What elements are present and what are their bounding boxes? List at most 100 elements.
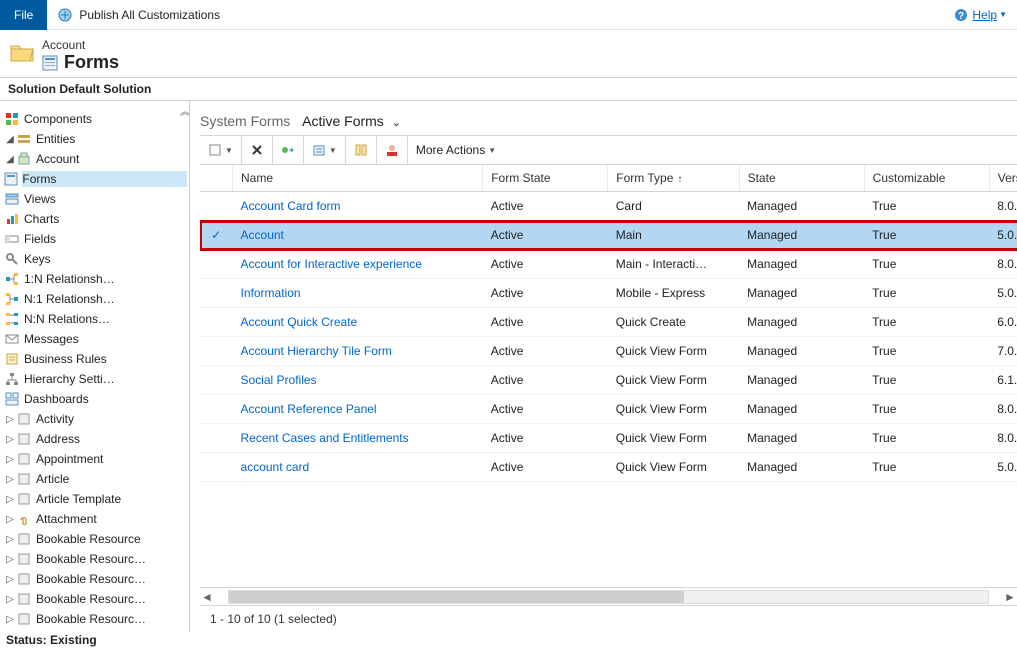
table-row[interactable]: Social ProfilesActiveQuick View FormMana… [200, 366, 1017, 395]
globe-publish-icon [57, 7, 73, 23]
tree-bookable-1[interactable]: ▷Bookable Resource [4, 529, 187, 549]
expand-toggle-icon[interactable]: ▷ [4, 594, 16, 605]
tree-dashboards[interactable]: Dashboards [4, 389, 187, 409]
col-name[interactable]: Name [233, 165, 483, 192]
cell-name[interactable]: Account Quick Create [233, 308, 483, 337]
col-state[interactable]: State [739, 165, 864, 192]
row-checkbox[interactable] [200, 250, 233, 279]
expand-toggle-icon[interactable]: ▷ [4, 414, 16, 425]
col-customizable[interactable]: Customizable [864, 165, 989, 192]
delete-button[interactable] [242, 135, 273, 165]
tree-views[interactable]: Views [4, 189, 187, 209]
expand-toggle-icon[interactable]: ▷ [4, 574, 16, 585]
form-order-button[interactable] [346, 135, 377, 165]
tree-nn-rel[interactable]: N:N Relations… [4, 309, 187, 329]
cell-name[interactable]: Account Card form [233, 192, 483, 221]
cell-name[interactable]: Information [233, 279, 483, 308]
scroll-track[interactable] [228, 590, 989, 604]
table-row[interactable]: Recent Cases and EntitlementsActiveQuick… [200, 424, 1017, 453]
expand-toggle-icon[interactable]: ▷ [4, 534, 16, 545]
tree-account[interactable]: ◢ Account [4, 149, 187, 169]
tree-forms[interactable]: Forms [4, 169, 187, 189]
col-version[interactable]: Version [989, 165, 1017, 192]
expand-toggle-icon[interactable]: ▷ [4, 454, 16, 465]
row-checkbox[interactable] [200, 337, 233, 366]
view-selector[interactable]: System Forms Active Forms ⌄ [200, 109, 1017, 135]
row-checkbox[interactable] [200, 279, 233, 308]
cell-name[interactable]: Account Hierarchy Tile Form [233, 337, 483, 366]
cell-version: 7.0.0.0 [989, 337, 1017, 366]
table-row[interactable]: InformationActiveMobile - ExpressManaged… [200, 279, 1017, 308]
row-checkbox[interactable] [200, 453, 233, 482]
tree-activity[interactable]: ▷Activity [4, 409, 187, 429]
cell-form-type: Main - Interacti… [608, 250, 739, 279]
file-menu[interactable]: File [0, 0, 47, 30]
col-form-type[interactable]: Form Type↑ [608, 165, 739, 192]
cell-customizable: True [864, 279, 989, 308]
tree-attachment[interactable]: ▷Attachment [4, 509, 187, 529]
tree-messages[interactable]: Messages [4, 329, 187, 349]
table-row[interactable]: Account Hierarchy Tile FormActiveQuick V… [200, 337, 1017, 366]
tree-article[interactable]: ▷Article [4, 469, 187, 489]
table-row[interactable]: Account Quick CreateActiveQuick CreateMa… [200, 308, 1017, 337]
table-row[interactable]: Account Reference PanelActiveQuick View … [200, 395, 1017, 424]
tree-entities[interactable]: ◢ Entities [4, 129, 187, 149]
new-button[interactable]: ▼ [200, 135, 242, 165]
horizontal-scrollbar[interactable]: ◄ ► [200, 587, 1017, 605]
expand-toggle-icon[interactable]: ◢ [4, 154, 16, 165]
help-menu[interactable]: ? Help ▼ [944, 8, 1017, 22]
tree-address[interactable]: ▷Address [4, 429, 187, 449]
tree-article-template[interactable]: ▷Article Template [4, 489, 187, 509]
table-row[interactable]: ✓AccountActiveMainManagedTrue5.0.0.0Upda… [200, 221, 1017, 250]
resize-handle-icon[interactable]: ⋮ [187, 341, 190, 352]
tree-n1-rel[interactable]: N:1 Relationsh… [4, 289, 187, 309]
scroll-right-icon[interactable]: ► [1003, 590, 1017, 604]
tree-components[interactable]: Components [4, 109, 187, 129]
more-actions-menu[interactable]: More Actions▼ [408, 135, 504, 165]
collapse-sidebar-icon[interactable]: ︽ [180, 103, 190, 118]
managed-props-button[interactable]: ▼ [304, 135, 346, 165]
expand-toggle-icon[interactable]: ▷ [4, 434, 16, 445]
forms-grid: Name Form State Form Type↑ State Customi… [200, 165, 1017, 482]
select-all-checkbox[interactable] [200, 165, 233, 192]
tree-bookable-2[interactable]: ▷Bookable Resourc… [4, 549, 187, 569]
scroll-thumb[interactable] [229, 591, 684, 603]
tree-bookable-5[interactable]: ▷Bookable Resourc… [4, 609, 187, 629]
row-checkbox[interactable] [200, 366, 233, 395]
row-checkbox[interactable] [200, 395, 233, 424]
cell-name[interactable]: Account [233, 221, 483, 250]
cell-name[interactable]: Social Profiles [233, 366, 483, 395]
col-form-state[interactable]: Form State [483, 165, 608, 192]
scroll-left-icon[interactable]: ◄ [200, 590, 214, 604]
tree-business-rules[interactable]: Business Rules [4, 349, 187, 369]
tree-bookable-4[interactable]: ▷Bookable Resourc… [4, 589, 187, 609]
expand-toggle-icon[interactable]: ◢ [4, 134, 16, 145]
row-checkbox[interactable] [200, 192, 233, 221]
tree-fields[interactable]: Fields [4, 229, 187, 249]
cell-name[interactable]: Account for Interactive experience [233, 250, 483, 279]
row-checkbox[interactable]: ✓ [200, 221, 233, 250]
cell-name[interactable]: Recent Cases and Entitlements [233, 424, 483, 453]
expand-toggle-icon[interactable]: ▷ [4, 514, 16, 525]
cell-name[interactable]: Account Reference Panel [233, 395, 483, 424]
cell-name[interactable]: account card [233, 453, 483, 482]
tree-charts[interactable]: Charts [4, 209, 187, 229]
tree-keys[interactable]: Keys [4, 249, 187, 269]
tree-bookable-3[interactable]: ▷Bookable Resourc… [4, 569, 187, 589]
row-checkbox[interactable] [200, 308, 233, 337]
tree-hierarchy[interactable]: Hierarchy Setti… [4, 369, 187, 389]
tree-1n-rel[interactable]: 1:N Relationsh… [4, 269, 187, 289]
publish-all-button[interactable]: Publish All Customizations [47, 0, 230, 30]
table-row[interactable]: Account for Interactive experienceActive… [200, 250, 1017, 279]
tree-appointment[interactable]: ▷Appointment [4, 449, 187, 469]
table-row[interactable]: Account Card formActiveCardManagedTrue8.… [200, 192, 1017, 221]
row-checkbox[interactable] [200, 424, 233, 453]
expand-toggle-icon[interactable]: ▷ [4, 554, 16, 565]
expand-toggle-icon[interactable]: ▷ [4, 614, 16, 625]
sidebar: ︽ ⋮ Components ◢ Entities ◢ Account Form… [0, 101, 190, 632]
assign-roles-button[interactable] [377, 135, 408, 165]
table-row[interactable]: account cardActiveQuick View FormManaged… [200, 453, 1017, 482]
activate-button[interactable] [273, 135, 304, 165]
expand-toggle-icon[interactable]: ▷ [4, 494, 16, 505]
expand-toggle-icon[interactable]: ▷ [4, 474, 16, 485]
